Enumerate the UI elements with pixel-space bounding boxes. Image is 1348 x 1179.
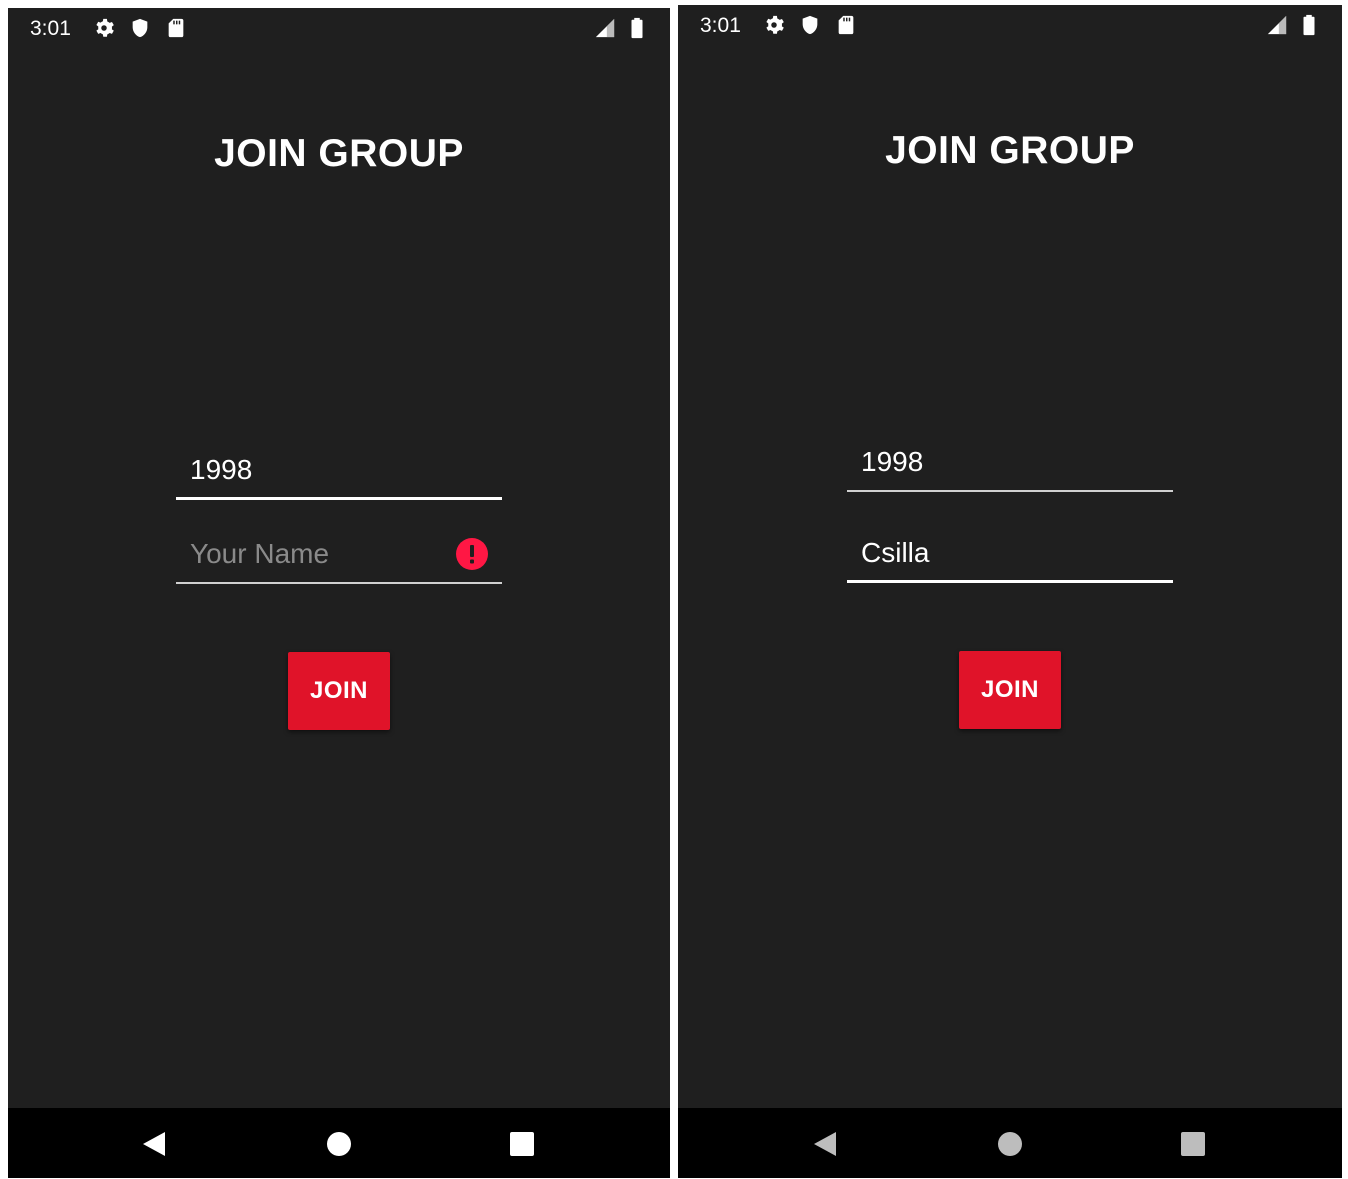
battery-icon xyxy=(1303,14,1315,36)
back-icon[interactable] xyxy=(141,1131,167,1157)
home-icon[interactable] xyxy=(326,1131,352,1157)
shield-icon xyxy=(802,15,818,35)
status-bar: 3:01 xyxy=(678,5,1342,45)
battery-icon xyxy=(631,17,643,39)
shield-icon xyxy=(132,18,148,38)
field-underline xyxy=(847,580,1173,583)
gear-icon xyxy=(96,18,114,37)
group-code-value: 1998 xyxy=(190,454,253,485)
field-underline xyxy=(847,490,1173,492)
status-time: 3:01 xyxy=(700,14,741,37)
home-icon[interactable] xyxy=(997,1131,1023,1157)
join-button[interactable]: JOIN xyxy=(959,651,1061,729)
field-underline xyxy=(176,582,502,584)
sd-card-icon xyxy=(838,15,854,35)
phone-screen-left: 3:01 JOIN GROUP 1998 Your Name JOIN xyxy=(8,8,670,1178)
signal-icon xyxy=(595,18,615,38)
name-value: Csilla xyxy=(861,537,930,568)
name-field[interactable]: Your Name xyxy=(176,528,502,584)
navigation-bar xyxy=(678,1108,1342,1178)
page-title: JOIN GROUP xyxy=(885,129,1135,172)
group-code-field[interactable]: 1998 xyxy=(847,436,1173,492)
navigation-bar xyxy=(8,1108,670,1178)
page-title: JOIN GROUP xyxy=(214,132,464,175)
status-bar: 3:01 xyxy=(8,8,670,48)
group-code-value: 1998 xyxy=(861,446,924,477)
join-button[interactable]: JOIN xyxy=(288,652,390,730)
gear-icon xyxy=(766,15,784,34)
error-exclamation-icon xyxy=(456,538,488,570)
group-code-field[interactable]: 1998 xyxy=(176,444,502,500)
signal-icon xyxy=(1267,15,1287,35)
back-icon[interactable] xyxy=(812,1131,838,1157)
sd-card-icon xyxy=(168,18,184,38)
name-placeholder: Your Name xyxy=(190,538,330,569)
recents-icon[interactable] xyxy=(1180,1131,1206,1157)
status-time: 3:01 xyxy=(30,17,71,40)
field-underline xyxy=(176,497,502,500)
phone-screen-right: 3:01 JOIN GROUP 1998 Csilla JOIN xyxy=(678,5,1342,1178)
name-field[interactable]: Csilla xyxy=(847,527,1173,583)
recents-icon[interactable] xyxy=(509,1131,535,1157)
